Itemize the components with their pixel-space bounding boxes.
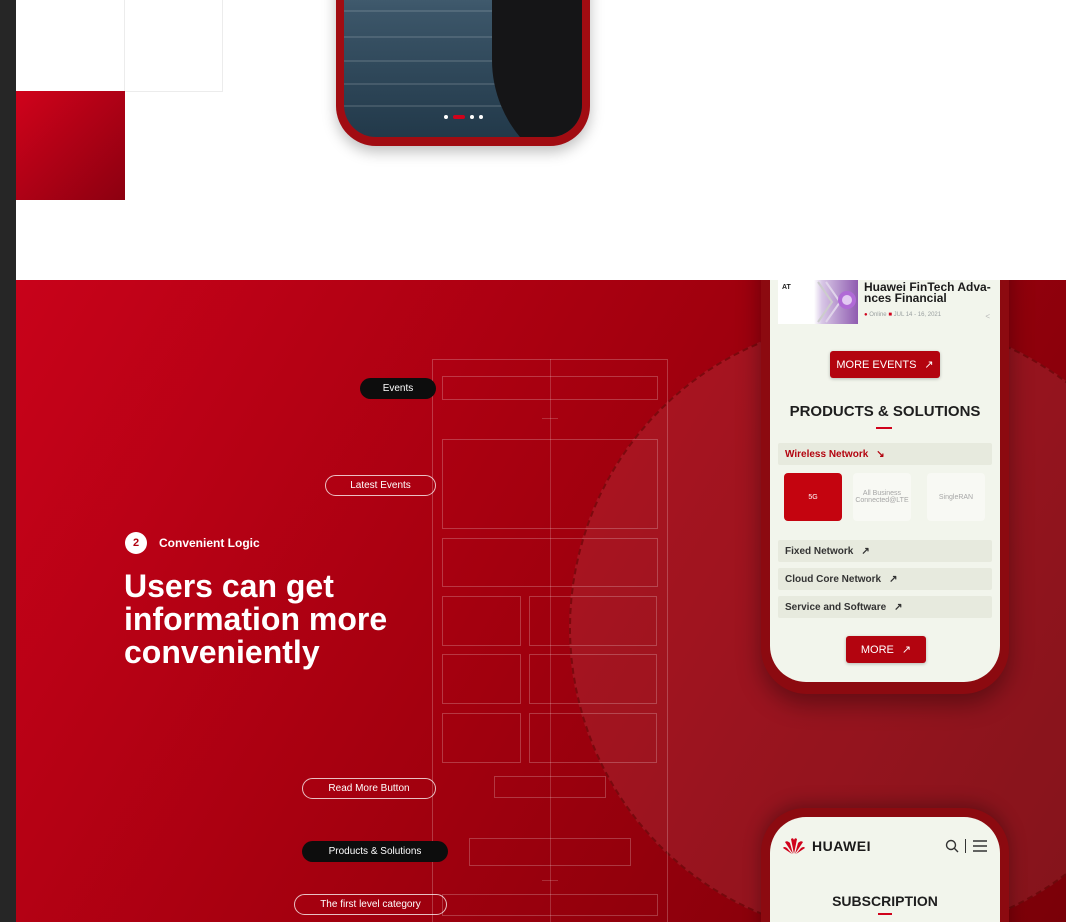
wireframe-category-box <box>442 894 658 916</box>
carousel-dot-active[interactable] <box>452 115 465 119</box>
event-location: Online <box>869 312 887 318</box>
arrow-up-right-icon: ↗ <box>889 573 898 585</box>
hero-phone-screen <box>344 0 582 137</box>
products-solutions-title: PRODUCTS & SOLUTIONS <box>789 403 981 420</box>
label-first-level-category: The first level category <box>294 894 447 915</box>
more-events-label: MORE EVENTS <box>836 358 917 371</box>
divider <box>965 839 966 853</box>
search-icon[interactable] <box>945 839 959 853</box>
event-title[interactable]: Huawei FinTech Adva-nces Financial <box>864 281 998 304</box>
wireframe-box <box>529 654 657 704</box>
event-thumbnail: AT <box>778 280 858 324</box>
wireframe-box <box>442 654 521 704</box>
arrow-up-right-icon: ↗ <box>894 601 903 613</box>
category-wireless-network[interactable]: Wireless Network ↘ <box>778 443 992 465</box>
mobile-preview-phone: AT Huawei FinTech Adva-nces Financial ● … <box>761 280 1009 694</box>
calendar-icon: ■ <box>888 312 892 318</box>
subcategory-5g[interactable]: 5G <box>784 473 842 521</box>
more-button[interactable]: MORE ↗ <box>846 636 926 663</box>
hero-phone-mockup <box>336 0 590 146</box>
huawei-logo[interactable]: HUAWEI <box>782 837 871 855</box>
mobile-preview-screen: AT Huawei FinTech Adva-nces Financial ● … <box>770 280 1000 682</box>
category-fixed-network[interactable]: Fixed Network ↗ <box>778 540 992 562</box>
category-service-and-software[interactable]: Service and Software ↗ <box>778 596 992 618</box>
location-pin-icon: ● <box>864 312 868 318</box>
carousel-dot[interactable] <box>443 115 448 119</box>
header-tools <box>945 839 988 853</box>
label-events: Events <box>360 378 436 399</box>
category-label: Service and Software <box>785 601 887 613</box>
category-label: Fixed Network <box>785 545 854 557</box>
wireframe-box <box>442 596 521 646</box>
grid-cell <box>124 0 223 92</box>
more-label: MORE <box>860 643 894 656</box>
carousel-dot[interactable] <box>469 115 474 119</box>
label-read-more-button: Read More Button <box>302 778 436 799</box>
wireframe-box <box>442 713 521 763</box>
wireframe-products-box <box>469 838 631 866</box>
brand-name: HUAWEI <box>812 838 871 854</box>
wireframe-box <box>529 596 657 646</box>
event-date: JUL 14 - 16, 2021 <box>893 312 942 318</box>
more-events-button[interactable]: MORE EVENTS ↗ <box>830 351 940 378</box>
wireframe-latest-events-box <box>442 439 658 529</box>
label-products-solutions: Products & Solutions <box>302 841 448 862</box>
chevron-graphic-icon <box>817 281 856 323</box>
carousel-dot[interactable] <box>478 115 483 119</box>
arrow-up-right-icon: ↗ <box>901 644 912 656</box>
arrow-down-right-icon: ↘ <box>876 448 885 460</box>
feature-section: Events Latest Events Read More Button Pr… <box>16 280 1066 922</box>
red-accent-block <box>16 91 125 200</box>
category-label: Cloud Core Network <box>785 573 882 585</box>
arrow-up-right-icon: ↗ <box>924 359 934 371</box>
share-icon[interactable]: < <box>985 312 990 321</box>
step-label: Convenient Logic <box>159 536 260 550</box>
subcategory-all-business-connected-lte[interactable]: All Business Connected@LTE <box>853 473 911 521</box>
category-cloud-core-network[interactable]: Cloud Core Network ↗ <box>778 568 992 590</box>
feature-headline: Users can get information more convenien… <box>124 568 388 670</box>
step-number-badge: 2 <box>125 532 147 554</box>
menu-icon[interactable] <box>972 839 988 853</box>
title-underline <box>876 427 892 429</box>
event-logo: AT <box>782 284 791 291</box>
carousel-dots[interactable] <box>344 115 582 119</box>
arrow-up-right-icon: ↗ <box>861 545 870 557</box>
event-meta: ● Online ■ JUL 14 - 16, 2021 <box>864 312 941 318</box>
wireframe-events-box <box>442 376 658 400</box>
top-section <box>16 0 1066 280</box>
title-underline <box>878 913 892 915</box>
presentation-canvas: Events Latest Events Read More Button Pr… <box>0 0 1066 922</box>
huawei-flower-icon <box>783 838 805 854</box>
left-edge-bar <box>0 0 16 922</box>
category-label: Wireless Network <box>785 448 869 460</box>
mobile-header-phone: HUAWEI SUBSCRIPTION <box>761 808 1009 922</box>
wireframe-box <box>529 713 657 763</box>
wireframe-box <box>442 538 658 587</box>
subscription-title: SUBSCRIPTION <box>832 893 938 909</box>
event-card[interactable]: AT Huawei FinTech Adva-nces Financial ● … <box>770 280 1000 328</box>
label-latest-events: Latest Events <box>325 475 436 496</box>
subcategory-singleran[interactable]: SingleRAN <box>927 473 985 521</box>
wireframe-read-more-box <box>494 776 606 798</box>
mobile-header-screen: HUAWEI SUBSCRIPTION <box>770 817 1000 922</box>
